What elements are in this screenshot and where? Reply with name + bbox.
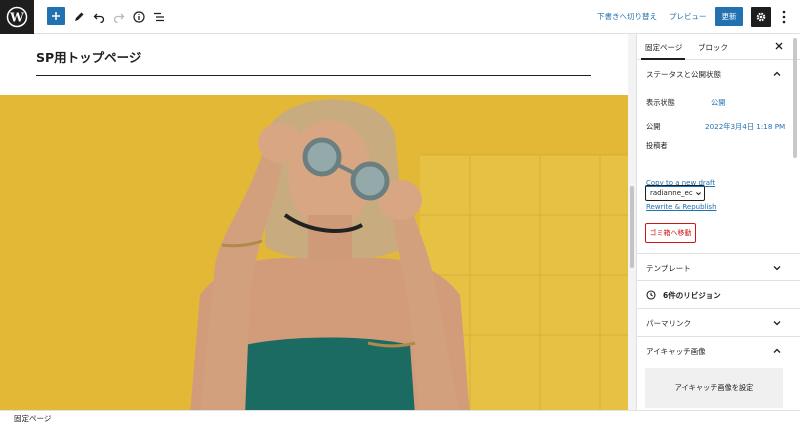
undo-button[interactable] xyxy=(89,7,109,27)
separator-block[interactable] xyxy=(36,75,591,76)
history-icon xyxy=(646,290,656,300)
redo-button[interactable] xyxy=(109,7,129,27)
revisions-row[interactable]: 6件のリビジョン xyxy=(637,281,800,309)
list-view-button[interactable] xyxy=(149,7,169,27)
move-to-trash-button[interactable]: ゴミ箱へ移動 xyxy=(645,223,696,243)
permalink-panel-title: パーマリンク xyxy=(646,319,691,328)
options-button[interactable] xyxy=(778,8,790,26)
status-panel-header[interactable]: ステータスと公開状態 xyxy=(637,60,800,88)
sidebar-tabs: 固定ページ ブロック xyxy=(637,34,800,60)
plus-icon xyxy=(52,12,60,20)
breadcrumb[interactable]: 固定ページ xyxy=(14,413,51,424)
template-panel-header[interactable]: テンプレート xyxy=(637,253,800,281)
details-button[interactable] xyxy=(129,7,149,27)
list-view-icon xyxy=(154,12,164,22)
visibility-toggle[interactable]: 公開 xyxy=(711,98,725,108)
publish-label: 公開 xyxy=(646,122,661,131)
tab-page[interactable]: 固定ページ xyxy=(645,42,682,53)
tools-button[interactable] xyxy=(69,7,89,27)
settings-button[interactable] xyxy=(751,7,771,27)
gear-icon xyxy=(756,12,766,22)
chevron-down-icon xyxy=(773,266,781,271)
template-panel-title: テンプレート xyxy=(646,264,691,273)
more-vertical-icon xyxy=(782,10,786,24)
wordpress-logo-button[interactable]: W xyxy=(0,0,34,34)
author-select-value: radianne_ec xyxy=(650,189,693,197)
publish-date-toggle[interactable]: 2022年3月4日 1:18 PM xyxy=(705,122,785,132)
editor-canvas: SP用トップページ xyxy=(0,34,628,410)
close-icon xyxy=(775,42,783,50)
tab-block[interactable]: ブロック xyxy=(698,42,728,53)
revisions-label: 6件のリビジョン xyxy=(663,291,721,300)
pencil-icon xyxy=(75,12,84,21)
chevron-down-icon xyxy=(696,192,701,196)
switch-to-draft-link[interactable]: 下書きへ切り替え xyxy=(597,11,657,22)
update-button[interactable]: 更新 xyxy=(715,7,743,26)
settings-sidebar: 固定ページ ブロック ステータスと公開状態 表示状態 公開 公開 2022年3月… xyxy=(636,34,800,410)
chevron-up-icon xyxy=(773,348,781,353)
editor-scrollbar-thumb[interactable] xyxy=(630,186,634,268)
permalink-panel-header[interactable]: パーマリンク xyxy=(637,309,800,337)
add-block-button[interactable] xyxy=(47,7,65,25)
cover-image-block[interactable] xyxy=(0,95,628,410)
undo-icon xyxy=(93,13,105,23)
info-icon xyxy=(133,11,145,23)
wordpress-icon: W xyxy=(6,6,28,28)
close-sidebar-button[interactable] xyxy=(773,41,785,54)
chevron-down-icon xyxy=(773,321,781,326)
page-title[interactable]: SP用トップページ xyxy=(36,47,141,66)
featured-image-panel-header[interactable]: アイキャッチ画像 xyxy=(637,337,800,365)
author-label: 投稿者 xyxy=(646,141,668,150)
featured-image-panel-title: アイキャッチ画像 xyxy=(646,347,706,356)
editor-toolbar: W 下書きへ切り替え プレビュー 更新 xyxy=(0,0,800,34)
rewrite-republish-link[interactable]: Rewrite & Republish xyxy=(646,203,717,211)
copy-to-draft-link[interactable]: Copy to a new draft xyxy=(646,179,715,187)
preview-link[interactable]: プレビュー xyxy=(669,11,707,22)
block-breadcrumb-bar: 固定ページ xyxy=(0,410,800,424)
set-featured-image-button[interactable]: アイキャッチ画像を設定 xyxy=(645,368,783,408)
hero-photo-image xyxy=(0,95,628,410)
redo-icon xyxy=(113,13,125,23)
author-select[interactable]: radianne_ec xyxy=(645,185,705,201)
svg-text:W: W xyxy=(9,11,24,25)
visibility-label: 表示状態 xyxy=(646,98,675,107)
chevron-up-icon xyxy=(773,71,781,76)
sidebar-scrollbar-thumb[interactable] xyxy=(793,38,797,158)
status-panel-title: ステータスと公開状態 xyxy=(646,70,721,79)
